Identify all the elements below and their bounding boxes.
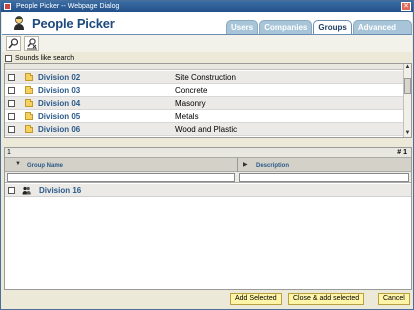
result-name[interactable]: Division 02 bbox=[38, 71, 80, 84]
tab-groups[interactable]: Groups bbox=[313, 20, 352, 35]
description-filter-input[interactable] bbox=[239, 173, 409, 182]
tab-companies[interactable]: Companies bbox=[259, 20, 313, 35]
footer-buttons: Add Selected Close & add selected Cancel bbox=[2, 292, 412, 306]
group-people-icon bbox=[22, 186, 31, 195]
result-row[interactable]: Division 03 Concrete bbox=[5, 84, 404, 97]
result-name[interactable]: Division 04 bbox=[38, 97, 80, 110]
sort-down-icon[interactable]: ▼ bbox=[15, 161, 21, 167]
scroll-down-icon[interactable]: ▼ bbox=[404, 130, 411, 137]
result-description: Metals bbox=[175, 112, 199, 121]
result-description: Masonry bbox=[175, 99, 206, 108]
tab-bar: Users Companies Groups Advanced Search bbox=[226, 20, 412, 46]
result-name[interactable]: Division 06 bbox=[38, 123, 80, 136]
selected-column-header: ▼ Group Name ▶ Description bbox=[5, 158, 411, 172]
selected-count: 1 bbox=[7, 149, 11, 156]
result-row[interactable]: Division 04 Masonry bbox=[5, 97, 404, 110]
row-checkbox[interactable] bbox=[8, 113, 15, 120]
sounds-like-checkbox[interactable] bbox=[5, 55, 12, 62]
add-selected-button[interactable]: Add Selected bbox=[230, 293, 282, 305]
row-checkbox[interactable] bbox=[8, 126, 15, 133]
col-group-name[interactable]: Group Name bbox=[27, 163, 63, 169]
title-bar: People Picker -- Webpage Dialog ✕ bbox=[1, 1, 413, 12]
search-results-grid: Division 02 Site Construction Division 0… bbox=[4, 63, 412, 138]
clear-search-icon bbox=[27, 38, 37, 50]
folder-icon bbox=[25, 112, 33, 120]
selected-name[interactable]: Division 16 bbox=[39, 184, 81, 197]
results-scrollbar[interactable]: ▲ ▼ bbox=[403, 64, 411, 137]
folder-icon bbox=[25, 125, 33, 133]
col-description[interactable]: Description bbox=[256, 163, 289, 169]
dialog-window: People Picker -- Webpage Dialog ✕ People… bbox=[0, 0, 414, 310]
window-title: People Picker -- Webpage Dialog bbox=[16, 3, 120, 10]
toolbar bbox=[2, 35, 412, 52]
row-checkbox[interactable] bbox=[8, 187, 15, 194]
result-description: Concrete bbox=[175, 86, 208, 95]
search-button[interactable] bbox=[6, 36, 21, 51]
results-header-row bbox=[5, 64, 404, 70]
close-add-selected-button[interactable]: Close & add selected bbox=[288, 293, 365, 305]
person-logo-icon bbox=[14, 16, 24, 30]
result-description: Wood and Plastic bbox=[175, 125, 238, 134]
close-button[interactable]: ✕ bbox=[401, 2, 411, 11]
page-title: People Picker bbox=[32, 16, 115, 31]
result-name[interactable]: Division 05 bbox=[38, 110, 80, 123]
group-name-filter-input[interactable] bbox=[7, 173, 235, 182]
result-row[interactable]: Division 06 Wood and Plastic bbox=[5, 123, 404, 136]
sounds-like-option: Sounds like search bbox=[5, 54, 74, 63]
folder-icon bbox=[25, 73, 33, 81]
app-icon bbox=[4, 3, 11, 10]
folder-icon bbox=[25, 99, 33, 107]
clear-search-button[interactable] bbox=[24, 36, 39, 51]
row-checkbox[interactable] bbox=[8, 100, 15, 107]
result-row[interactable]: Division 02 Site Construction bbox=[5, 71, 404, 84]
tab-users[interactable]: Users bbox=[226, 20, 259, 35]
search-icon bbox=[8, 38, 19, 49]
tab-advanced-search[interactable]: Advanced Search bbox=[352, 20, 412, 46]
row-checkbox[interactable] bbox=[8, 74, 15, 81]
sounds-like-label: Sounds like search bbox=[15, 55, 75, 62]
result-description: Site Construction bbox=[175, 73, 236, 82]
folder-icon bbox=[25, 86, 33, 94]
row-checkbox[interactable] bbox=[8, 87, 15, 94]
filter-row bbox=[5, 172, 411, 183]
selected-count-bar: 1 # 1 bbox=[5, 148, 411, 158]
result-row[interactable]: Division 05 Metals bbox=[5, 110, 404, 123]
sort-right-icon[interactable]: ▶ bbox=[243, 161, 248, 168]
cancel-button[interactable]: Cancel bbox=[378, 293, 410, 305]
column-divider bbox=[237, 158, 238, 172]
scroll-thumb[interactable] bbox=[404, 78, 411, 94]
selected-groups-panel: 1 # 1 ▼ Group Name ▶ Description Divisio… bbox=[4, 147, 412, 290]
result-name[interactable]: Division 03 bbox=[38, 84, 80, 97]
header: People Picker Users Companies Groups Adv… bbox=[2, 12, 412, 46]
scroll-up-icon[interactable]: ▲ bbox=[404, 64, 411, 71]
selected-total: # 1 bbox=[397, 149, 407, 156]
selected-row[interactable]: Division 16 bbox=[5, 184, 411, 197]
